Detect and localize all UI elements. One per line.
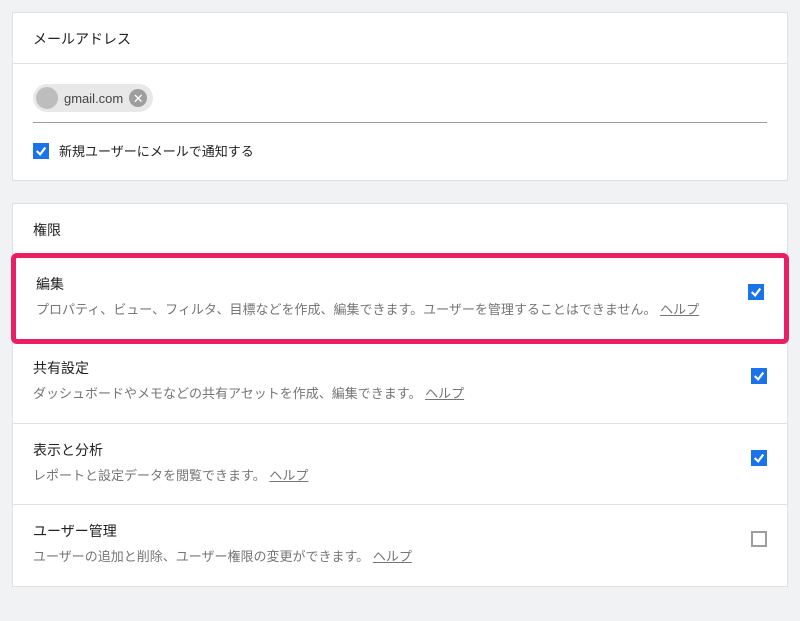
permissions-card-title: 権限 (13, 204, 787, 255)
permission-checkbox[interactable] (751, 450, 767, 466)
notify-checkbox[interactable] (33, 143, 49, 159)
help-link[interactable]: ヘルプ (373, 549, 412, 564)
permission-title: 共有設定 (33, 358, 711, 378)
notify-new-user-row[interactable]: 新規ユーザーにメールで通知する (13, 123, 787, 180)
permission-desc: ダッシュボードやメモなどの共有アセットを作成、編集できます。 ヘルプ (33, 384, 711, 405)
email-chip-text: gmail.com (64, 91, 123, 106)
email-card-title: メールアドレス (13, 13, 787, 64)
email-address-card: メールアドレス gmail.com ✕ 新規ユーザーにメールで通知する (12, 12, 788, 181)
permission-row-manage-users[interactable]: ユーザー管理 ユーザーの追加と削除、ユーザー権限の変更ができます。 ヘルプ (13, 505, 787, 586)
permission-row-edit[interactable]: 編集 プロパティ、ビュー、フィルタ、目標などを作成、編集できます。ユーザーを管理… (11, 253, 789, 344)
permission-desc: プロパティ、ビュー、フィルタ、目標などを作成、編集できます。ユーザーを管理するこ… (36, 300, 708, 321)
permission-checkbox[interactable] (751, 368, 767, 384)
email-input-row[interactable]: gmail.com ✕ (33, 64, 767, 123)
permissions-list: 編集 プロパティ、ビュー、フィルタ、目標などを作成、編集できます。ユーザーを管理… (13, 253, 787, 586)
permission-checkbox[interactable] (751, 531, 767, 547)
notify-label: 新規ユーザーにメールで通知する (59, 141, 254, 160)
permissions-card: 権限 編集 プロパティ、ビュー、フィルタ、目標などを作成、編集できます。ユーザー… (12, 203, 788, 587)
help-link[interactable]: ヘルプ (269, 468, 308, 483)
permission-desc: レポートと設定データを閲覧できます。 ヘルプ (33, 466, 711, 487)
permission-checkbox[interactable] (748, 284, 764, 300)
help-link[interactable]: ヘルプ (660, 302, 699, 317)
permission-title: ユーザー管理 (33, 521, 711, 541)
permission-row-collaborate[interactable]: 共有設定 ダッシュボードやメモなどの共有アセットを作成、編集できます。 ヘルプ (13, 342, 787, 424)
close-icon[interactable]: ✕ (129, 89, 147, 107)
permission-title: 編集 (36, 274, 708, 294)
email-chip[interactable]: gmail.com ✕ (33, 84, 153, 112)
avatar (36, 87, 58, 109)
permission-title: 表示と分析 (33, 440, 711, 460)
help-link[interactable]: ヘルプ (425, 386, 464, 401)
permission-desc: ユーザーの追加と削除、ユーザー権限の変更ができます。 ヘルプ (33, 547, 711, 568)
permission-row-read-analyze[interactable]: 表示と分析 レポートと設定データを閲覧できます。 ヘルプ (13, 424, 787, 506)
